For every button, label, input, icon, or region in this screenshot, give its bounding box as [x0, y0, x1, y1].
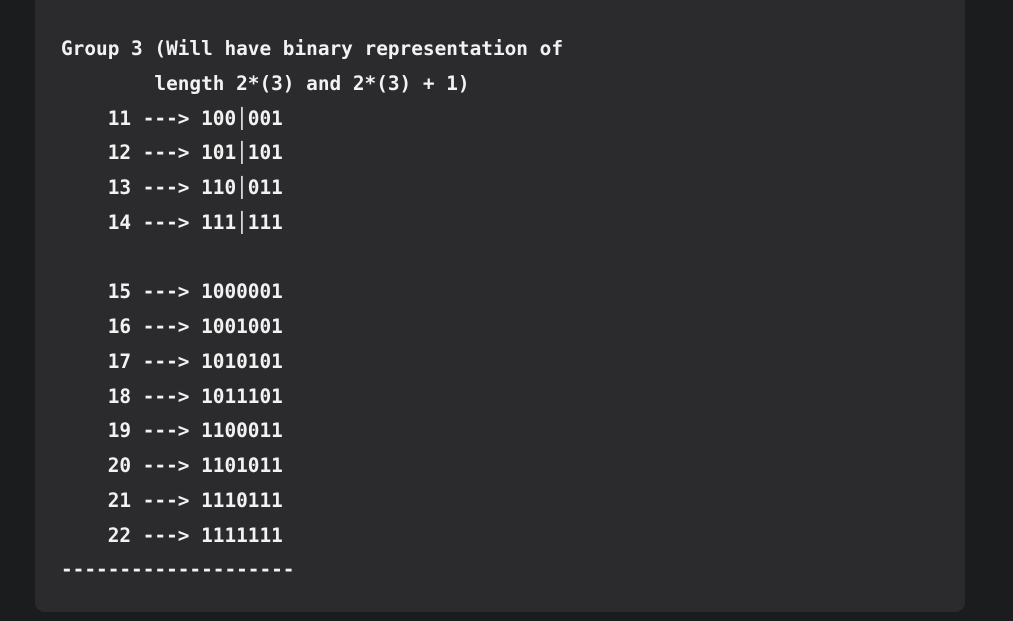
code-line-21: 21 ---> 1110111: [61, 488, 283, 512]
code-line-group-heading: Group 3 (Will have binary representation…: [61, 37, 563, 60]
code-line-group-heading-continued: length 2*(3) and 2*(3) + 1): [61, 71, 470, 95]
code-line-17: 17 ---> 1010101: [61, 349, 283, 373]
page: Group 3 (Will have binary representation…: [0, 0, 1013, 621]
code-lines: Group 3 (Will have binary representation…: [61, 32, 563, 588]
code-line-12: 12 ---> 101│101: [61, 141, 283, 165]
code-line-16: 16 ---> 1001001: [61, 315, 283, 338]
code-line-11: 11 ---> 100│001: [61, 106, 283, 130]
code-line-20: 20 ---> 1101011: [61, 454, 283, 477]
code-line-14: 14 ---> 111│111: [61, 210, 283, 234]
code-line-18: 18 ---> 1011101: [61, 384, 283, 408]
code-line-blank: [61, 241, 563, 276]
code-line-22: 22 ---> 1111111: [61, 523, 283, 547]
code-line-13: 13 ---> 110│011: [61, 176, 283, 199]
code-block: Group 3 (Will have binary representation…: [35, 0, 965, 612]
code-line-separator: --------------------: [61, 558, 295, 582]
code-line-15: 15 ---> 1000001: [61, 280, 283, 304]
code-line-19: 19 ---> 1100011: [61, 419, 283, 443]
